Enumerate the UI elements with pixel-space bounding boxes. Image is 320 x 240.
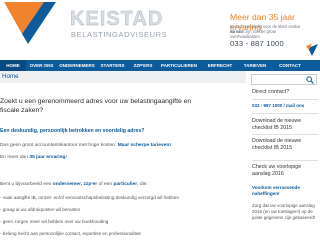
sidebar-check-title[interactable]: Check uw voorlopige aanslag 2016 (252, 164, 301, 177)
intro-paragraph-2: En meer dan 35 jaar ervaring! (0, 154, 67, 161)
p2-text: En meer dan (0, 155, 30, 160)
nav-item-zzpers[interactable]: ZZP'ERS (128, 60, 158, 71)
intro-paragraph-1: Dus geen groot accountantskantoor met ho… (0, 142, 171, 149)
p3-bold-1: ondernemer, zzp'er (52, 182, 98, 187)
nav-item-tarieven[interactable]: TARIEVEN (240, 60, 270, 71)
intro-paragraph-3: Bent u bijvoorbeeld een ondernemer, zzp'… (0, 181, 148, 188)
main-nav: HOME OVER ONS ONDERNEMERS STARTERS ZZP'E… (0, 60, 320, 71)
p2-bold: 35 jaar ervaring (29, 155, 66, 160)
sidebar-download-link-1[interactable]: Download de nieuwe checklist IB 2015 (252, 118, 320, 132)
list-item: - graag al uw afdrukposten wil benutten (0, 207, 81, 212)
nav-item-ondernemers[interactable]: ONDERNEMERS (57, 60, 97, 71)
breadcrumb: Home (0, 71, 246, 83)
logo-icon[interactable] (0, 0, 66, 50)
sidebar-divider (252, 160, 318, 161)
p3-text: Bent u bijvoorbeeld een (0, 182, 53, 187)
sidebar-check-link[interactable]: Voorkom verrassende naheffingen! (252, 185, 320, 197)
sidebar-title: Direct contact? (252, 89, 290, 95)
header-phone: 033 - 887 1000 (230, 39, 284, 48)
breadcrumb-home[interactable]: Home (2, 73, 19, 81)
page-heading: Zoekt u een gerenommeerd adres voor uw b… (0, 98, 192, 114)
list-item: - belang hecht aan persoonlijke contact,… (0, 231, 141, 236)
sidebar-divider (252, 134, 318, 135)
logo-subtitle: BELASTINGADVISEURS (71, 30, 168, 39)
nav-item-contact[interactable]: CONTACT (270, 60, 310, 71)
nav-item-starters[interactable]: STARTERS (97, 60, 128, 71)
p3-mid: of een (97, 182, 114, 187)
list-item: - geen zorgen meer wil hebben over uw bo… (0, 219, 109, 224)
sidebar-check-block: Check uw voorlopige aanslag 2016 Voorkom… (252, 164, 320, 221)
search-icon[interactable] (306, 76, 314, 84)
nav-item-particulieren[interactable]: PARTICULIEREN (158, 60, 200, 71)
nav-item-erfrecht[interactable]: ERFRECHT (200, 60, 240, 71)
nav-item-home[interactable]: HOME (0, 60, 26, 71)
sidebar-check-note: Zorg dat uw voorlopige aanslag 2016 (en … (252, 203, 316, 220)
p3-bold-2: particulier (113, 182, 138, 187)
logo-name: KEISTAD (70, 8, 164, 30)
p1-text: Dus geen groot accountantskantoor met ho… (0, 143, 118, 148)
site-header: KEISTAD BELASTINGADVISEURS Meer dan 35 j… (0, 0, 320, 60)
sidebar-divider (252, 113, 318, 114)
corner-arrow-icon (306, 44, 318, 56)
p3-end: , die: (137, 182, 148, 187)
list-item: - vaak aangifte IB, omzet- en/of vennoot… (0, 195, 180, 200)
p1-bold: Maar scherpe tarieven! (117, 143, 172, 148)
header-small-text-2: kantoor zijn zonder grote overheadkosten (230, 29, 277, 39)
nav-item-over-ons[interactable]: OVER ONS (26, 60, 57, 71)
sidebar-contact-link[interactable]: 033 - 887 1000 / mail ons (252, 103, 304, 109)
sidebar-divider (252, 99, 318, 100)
sidebar-download-link-2[interactable]: Download de nieuwe checklist IB 2015 (252, 138, 320, 152)
page-subheading: Een deskundig, persoonlijk betrokken en … (0, 128, 145, 134)
p2-end: ! (65, 155, 67, 160)
